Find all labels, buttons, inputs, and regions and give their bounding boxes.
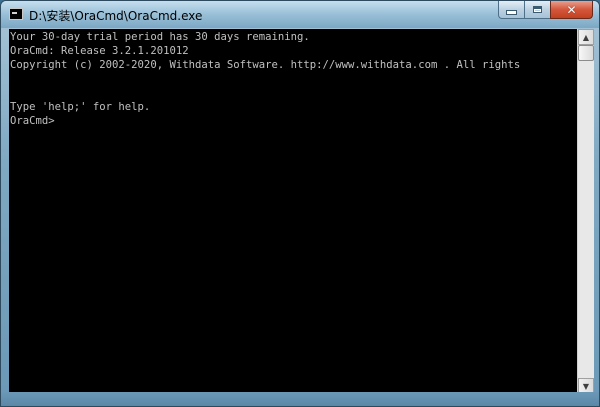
console-app-icon[interactable]: [9, 8, 23, 20]
console-prompt[interactable]: OraCmd>: [10, 114, 577, 128]
console-window: D:\安装\OraCmd\OraCmd.exe ✕ Your 30-day tr…: [0, 0, 600, 407]
vertical-scrollbar[interactable]: ▲ ▼: [577, 29, 594, 394]
close-button[interactable]: ✕: [550, 1, 593, 19]
console-output[interactable]: Your 30-day trial period has 30 days rem…: [9, 29, 577, 394]
maximize-button[interactable]: [524, 1, 550, 19]
arrow-up-icon: ▲: [582, 32, 590, 42]
console-line-trial: Your 30-day trial period has 30 days rem…: [10, 31, 310, 43]
console-line-blank-2: [10, 86, 577, 100]
maximize-icon: [533, 6, 542, 13]
close-icon: ✕: [566, 2, 577, 17]
minimize-icon: [506, 10, 517, 15]
window-bottom-frame: [1, 392, 599, 406]
window-title: D:\安装\OraCmd\OraCmd.exe: [29, 9, 203, 23]
arrow-down-icon: ▼: [582, 381, 590, 391]
console-line-blank-1: [10, 72, 577, 86]
scroll-thumb[interactable]: [578, 45, 594, 61]
console-line-copyright: Copyright (c) 2002-2020, Withdata Softwa…: [10, 59, 521, 71]
console-line-help: Type 'help;' for help.: [10, 101, 151, 113]
minimize-button[interactable]: [498, 1, 524, 19]
scroll-up-button[interactable]: ▲: [578, 29, 594, 45]
caption-buttons: ✕: [498, 1, 593, 20]
console-line-release: OraCmd: Release 3.2.1.201012: [10, 45, 189, 57]
title-bar[interactable]: D:\安装\OraCmd\OraCmd.exe ✕: [1, 1, 599, 28]
